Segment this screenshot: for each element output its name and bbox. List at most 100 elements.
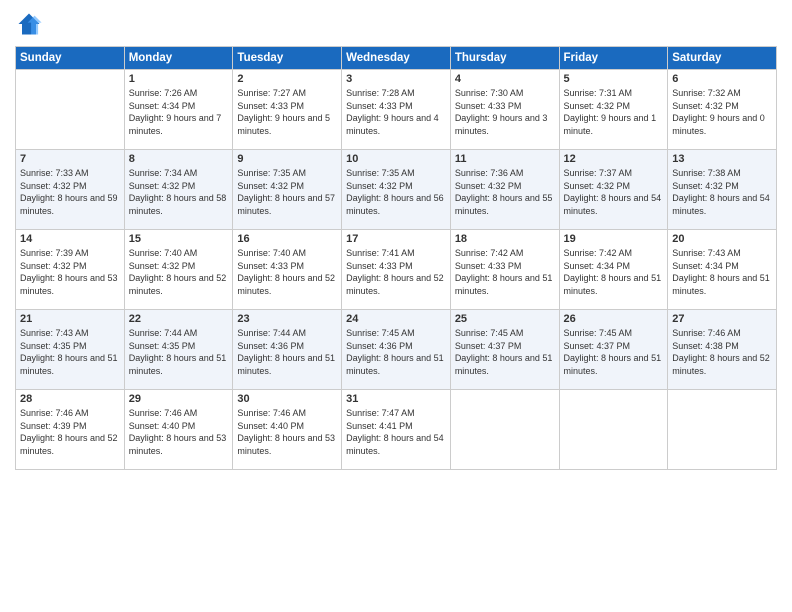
calendar-cell: 1Sunrise: 7:26 AMSunset: 4:34 PMDaylight… bbox=[124, 70, 233, 150]
day-number: 5 bbox=[564, 73, 664, 85]
day-info: Sunrise: 7:27 AMSunset: 4:33 PMDaylight:… bbox=[237, 87, 337, 137]
calendar-cell: 20 Sunrise: 7:43 AMSunset: 4:34 PMDayligh… bbox=[668, 230, 777, 310]
week-row-3: 21 Sunrise: 7:43 AMSunset: 4:35 PMDayligh… bbox=[16, 310, 777, 390]
day-number: 23 bbox=[237, 313, 337, 325]
week-row-4: 28 Sunrise: 7:46 AMSunset: 4:39 PMDayligh… bbox=[16, 390, 777, 470]
day-number: 16 bbox=[237, 233, 337, 245]
day-info: Sunrise: 7:36 AMSunset: 4:32 PMDaylight:… bbox=[455, 167, 555, 217]
day-info: Sunrise: 7:33 AMSunset: 4:32 PMDaylight:… bbox=[20, 167, 120, 217]
day-number: 27 bbox=[672, 313, 772, 325]
day-info: Sunrise: 7:39 AMSunset: 4:32 PMDaylight:… bbox=[20, 247, 120, 297]
day-number: 4 bbox=[455, 73, 555, 85]
calendar-cell: 23 Sunrise: 7:44 AMSunset: 4:36 PMDayligh… bbox=[233, 310, 342, 390]
calendar-cell: 11 Sunrise: 7:36 AMSunset: 4:32 PMDayligh… bbox=[450, 150, 559, 230]
calendar-cell: 26 Sunrise: 7:45 AMSunset: 4:37 PMDayligh… bbox=[559, 310, 668, 390]
calendar-cell: 10 Sunrise: 7:35 AMSunset: 4:32 PMDayligh… bbox=[342, 150, 451, 230]
day-info: Sunrise: 7:47 AMSunset: 4:41 PMDaylight:… bbox=[346, 407, 446, 457]
day-info: Sunrise: 7:46 AMSunset: 4:40 PMDaylight:… bbox=[237, 407, 337, 457]
day-info: Sunrise: 7:46 AMSunset: 4:40 PMDaylight:… bbox=[129, 407, 229, 457]
day-number: 8 bbox=[129, 153, 229, 165]
header-day-friday: Friday bbox=[559, 47, 668, 70]
day-info: Sunrise: 7:45 AMSunset: 4:37 PMDaylight:… bbox=[564, 327, 664, 377]
day-number: 17 bbox=[346, 233, 446, 245]
day-info: Sunrise: 7:45 AMSunset: 4:36 PMDaylight:… bbox=[346, 327, 446, 377]
day-number: 14 bbox=[20, 233, 120, 245]
calendar-cell: 7 Sunrise: 7:33 AMSunset: 4:32 PMDaylight… bbox=[16, 150, 125, 230]
calendar-cell: 8 Sunrise: 7:34 AMSunset: 4:32 PMDaylight… bbox=[124, 150, 233, 230]
calendar-body: 1Sunrise: 7:26 AMSunset: 4:34 PMDaylight… bbox=[16, 70, 777, 470]
day-info: Sunrise: 7:28 AMSunset: 4:33 PMDaylight:… bbox=[346, 87, 446, 137]
calendar-cell: 29Sunrise: 7:46 AMSunset: 4:40 PMDayligh… bbox=[124, 390, 233, 470]
day-number: 22 bbox=[129, 313, 229, 325]
day-info: Sunrise: 7:26 AMSunset: 4:34 PMDaylight:… bbox=[129, 87, 229, 137]
calendar-cell: 18 Sunrise: 7:42 AMSunset: 4:33 PMDayligh… bbox=[450, 230, 559, 310]
header bbox=[15, 10, 777, 38]
day-info: Sunrise: 7:31 AMSunset: 4:32 PMDaylight:… bbox=[564, 87, 664, 137]
header-day-sunday: Sunday bbox=[16, 47, 125, 70]
day-info: Sunrise: 7:37 AMSunset: 4:32 PMDaylight:… bbox=[564, 167, 664, 217]
day-number: 2 bbox=[237, 73, 337, 85]
day-info: Sunrise: 7:45 AMSunset: 4:37 PMDaylight:… bbox=[455, 327, 555, 377]
day-info: Sunrise: 7:41 AMSunset: 4:33 PMDaylight:… bbox=[346, 247, 446, 297]
calendar-cell bbox=[16, 70, 125, 150]
calendar-cell: 31 Sunrise: 7:47 AMSunset: 4:41 PMDayligh… bbox=[342, 390, 451, 470]
calendar-cell: 22 Sunrise: 7:44 AMSunset: 4:35 PMDayligh… bbox=[124, 310, 233, 390]
header-row: SundayMondayTuesdayWednesdayThursdayFrid… bbox=[16, 47, 777, 70]
calendar-cell: 27 Sunrise: 7:46 AMSunset: 4:38 PMDayligh… bbox=[668, 310, 777, 390]
day-number: 6 bbox=[672, 73, 772, 85]
week-row-0: 1Sunrise: 7:26 AMSunset: 4:34 PMDaylight… bbox=[16, 70, 777, 150]
calendar-table: SundayMondayTuesdayWednesdayThursdayFrid… bbox=[15, 46, 777, 470]
calendar-cell bbox=[559, 390, 668, 470]
day-number: 11 bbox=[455, 153, 555, 165]
day-info: Sunrise: 7:42 AMSunset: 4:33 PMDaylight:… bbox=[455, 247, 555, 297]
day-number: 24 bbox=[346, 313, 446, 325]
day-number: 20 bbox=[672, 233, 772, 245]
day-number: 12 bbox=[564, 153, 664, 165]
day-number: 10 bbox=[346, 153, 446, 165]
calendar-cell: 4Sunrise: 7:30 AMSunset: 4:33 PMDaylight… bbox=[450, 70, 559, 150]
calendar-cell: 30 Sunrise: 7:46 AMSunset: 4:40 PMDayligh… bbox=[233, 390, 342, 470]
day-info: Sunrise: 7:46 AMSunset: 4:38 PMDaylight:… bbox=[672, 327, 772, 377]
calendar-cell: 15Sunrise: 7:40 AMSunset: 4:32 PMDayligh… bbox=[124, 230, 233, 310]
day-number: 15 bbox=[129, 233, 229, 245]
day-number: 28 bbox=[20, 393, 120, 405]
day-info: Sunrise: 7:43 AMSunset: 4:34 PMDaylight:… bbox=[672, 247, 772, 297]
day-number: 3 bbox=[346, 73, 446, 85]
day-number: 13 bbox=[672, 153, 772, 165]
day-number: 18 bbox=[455, 233, 555, 245]
header-day-thursday: Thursday bbox=[450, 47, 559, 70]
day-number: 26 bbox=[564, 313, 664, 325]
logo-icon bbox=[15, 10, 43, 38]
calendar-cell: 19Sunrise: 7:42 AMSunset: 4:34 PMDayligh… bbox=[559, 230, 668, 310]
day-info: Sunrise: 7:34 AMSunset: 4:32 PMDaylight:… bbox=[129, 167, 229, 217]
week-row-2: 14 Sunrise: 7:39 AMSunset: 4:32 PMDayligh… bbox=[16, 230, 777, 310]
day-info: Sunrise: 7:35 AMSunset: 4:32 PMDaylight:… bbox=[237, 167, 337, 217]
calendar-cell: 6 Sunrise: 7:32 AMSunset: 4:32 PMDaylight… bbox=[668, 70, 777, 150]
calendar-cell bbox=[450, 390, 559, 470]
header-day-saturday: Saturday bbox=[668, 47, 777, 70]
day-info: Sunrise: 7:35 AMSunset: 4:32 PMDaylight:… bbox=[346, 167, 446, 217]
day-number: 31 bbox=[346, 393, 446, 405]
calendar-cell: 25Sunrise: 7:45 AMSunset: 4:37 PMDayligh… bbox=[450, 310, 559, 390]
day-info: Sunrise: 7:42 AMSunset: 4:34 PMDaylight:… bbox=[564, 247, 664, 297]
week-row-1: 7 Sunrise: 7:33 AMSunset: 4:32 PMDaylight… bbox=[16, 150, 777, 230]
calendar-container: SundayMondayTuesdayWednesdayThursdayFrid… bbox=[0, 0, 792, 612]
day-info: Sunrise: 7:44 AMSunset: 4:35 PMDaylight:… bbox=[129, 327, 229, 377]
day-info: Sunrise: 7:32 AMSunset: 4:32 PMDaylight:… bbox=[672, 87, 772, 137]
day-number: 7 bbox=[20, 153, 120, 165]
calendar-cell: 21 Sunrise: 7:43 AMSunset: 4:35 PMDayligh… bbox=[16, 310, 125, 390]
calendar-cell: 28 Sunrise: 7:46 AMSunset: 4:39 PMDayligh… bbox=[16, 390, 125, 470]
day-number: 30 bbox=[237, 393, 337, 405]
calendar-cell bbox=[668, 390, 777, 470]
day-info: Sunrise: 7:40 AMSunset: 4:33 PMDaylight:… bbox=[237, 247, 337, 297]
day-number: 21 bbox=[20, 313, 120, 325]
calendar-cell: 13 Sunrise: 7:38 AMSunset: 4:32 PMDayligh… bbox=[668, 150, 777, 230]
day-info: Sunrise: 7:43 AMSunset: 4:35 PMDaylight:… bbox=[20, 327, 120, 377]
day-info: Sunrise: 7:44 AMSunset: 4:36 PMDaylight:… bbox=[237, 327, 337, 377]
day-info: Sunrise: 7:38 AMSunset: 4:32 PMDaylight:… bbox=[672, 167, 772, 217]
calendar-cell: 14 Sunrise: 7:39 AMSunset: 4:32 PMDayligh… bbox=[16, 230, 125, 310]
calendar-cell: 3 Sunrise: 7:28 AMSunset: 4:33 PMDaylight… bbox=[342, 70, 451, 150]
logo bbox=[15, 10, 47, 38]
calendar-cell: 16 Sunrise: 7:40 AMSunset: 4:33 PMDayligh… bbox=[233, 230, 342, 310]
day-info: Sunrise: 7:46 AMSunset: 4:39 PMDaylight:… bbox=[20, 407, 120, 457]
